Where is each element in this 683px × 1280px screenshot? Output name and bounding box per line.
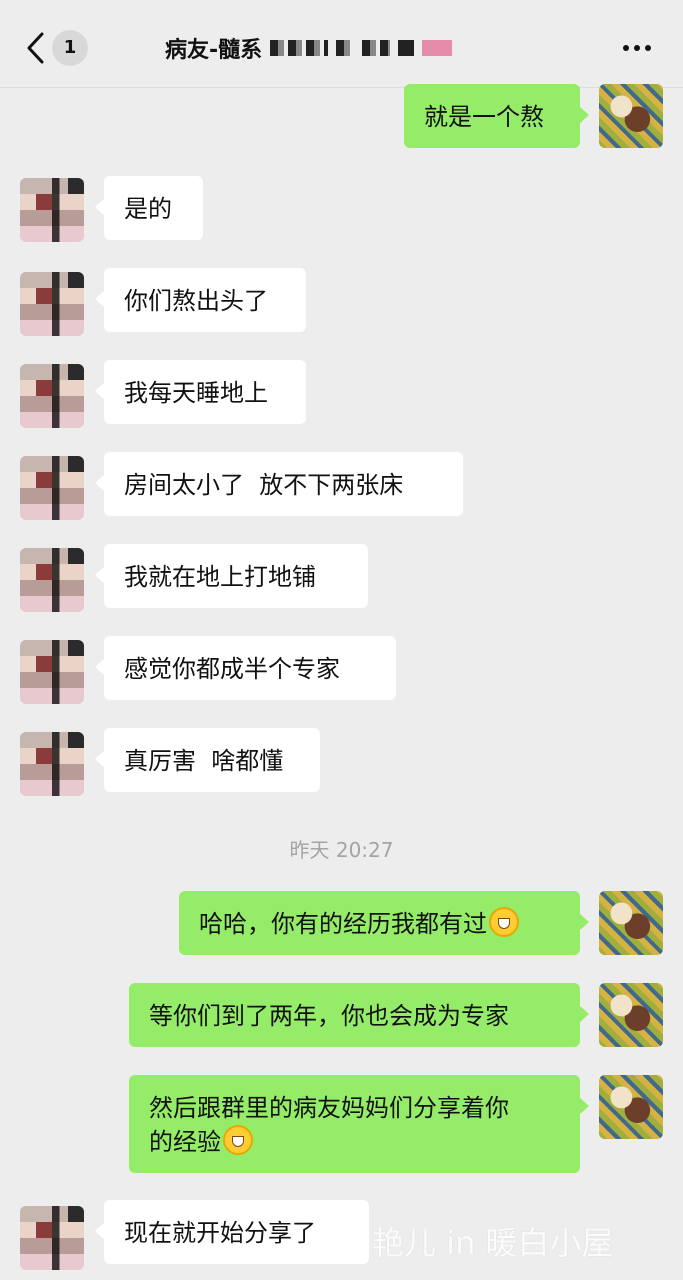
contact-avatar[interactable]: [20, 178, 84, 242]
redacted-title-block: [336, 40, 355, 56]
grinning-emoji-icon: [489, 907, 519, 937]
chat-title-wrap: 病友-髓系: [165, 30, 453, 66]
contact-avatar[interactable]: [20, 364, 84, 428]
incoming-message-bubble[interactable]: 房间太小了 放不下两张床: [95, 452, 463, 516]
contact-avatar[interactable]: [20, 732, 84, 796]
redacted-title-block: [422, 40, 453, 56]
my-avatar[interactable]: [599, 983, 663, 1047]
chat-header: 1 病友-髓系: [0, 0, 683, 88]
more-dots-icon[interactable]: [621, 36, 653, 60]
my-avatar[interactable]: [599, 84, 663, 148]
unread-count-badge[interactable]: 1: [52, 30, 88, 66]
watermark-text: 艳儿 in 暖白小屋: [372, 1224, 614, 1262]
incoming-message-bubble[interactable]: 你们熬出头了: [95, 268, 306, 332]
back-chevron-icon[interactable]: [22, 30, 50, 66]
outgoing-message-bubble[interactable]: 等你们到了两年，你也会成为专家: [129, 983, 589, 1047]
incoming-message-bubble[interactable]: 我每天睡地上: [95, 360, 306, 424]
message-text-line-2: 的经验: [149, 1128, 221, 1156]
redacted-title-block: [270, 40, 329, 56]
my-avatar[interactable]: [599, 891, 663, 955]
incoming-message-bubble[interactable]: 感觉你都成半个专家: [95, 636, 396, 700]
contact-avatar[interactable]: [20, 1206, 84, 1270]
contact-avatar[interactable]: [20, 456, 84, 520]
outgoing-message-bubble[interactable]: 然后跟群里的病友妈妈们分享着你 的经验: [129, 1075, 589, 1173]
message-text: 哈哈，你有的经历我都有过: [199, 910, 487, 938]
chat-timestamp: 昨天 20:27: [289, 838, 394, 862]
chat-title: 病友-髓系: [165, 38, 263, 63]
incoming-message-bubble[interactable]: 真厉害 啥都懂: [95, 728, 320, 792]
outgoing-message-bubble[interactable]: 就是一个熬: [404, 84, 589, 148]
incoming-message-bubble[interactable]: 我就在地上打地铺: [95, 544, 368, 608]
contact-avatar[interactable]: [20, 548, 84, 612]
incoming-message-bubble[interactable]: 是的: [95, 176, 203, 240]
outgoing-message-bubble[interactable]: 哈哈，你有的经历我都有过: [179, 891, 589, 955]
grinning-emoji-icon: [223, 1125, 253, 1155]
message-text-line-1: 然后跟群里的病友妈妈们分享着你: [149, 1094, 509, 1122]
redacted-title-block: [398, 40, 415, 56]
contact-avatar[interactable]: [20, 640, 84, 704]
my-avatar[interactable]: [599, 1075, 663, 1139]
incoming-message-bubble[interactable]: 现在就开始分享了: [95, 1200, 369, 1264]
redacted-title-block: [362, 40, 391, 56]
contact-avatar[interactable]: [20, 272, 84, 336]
